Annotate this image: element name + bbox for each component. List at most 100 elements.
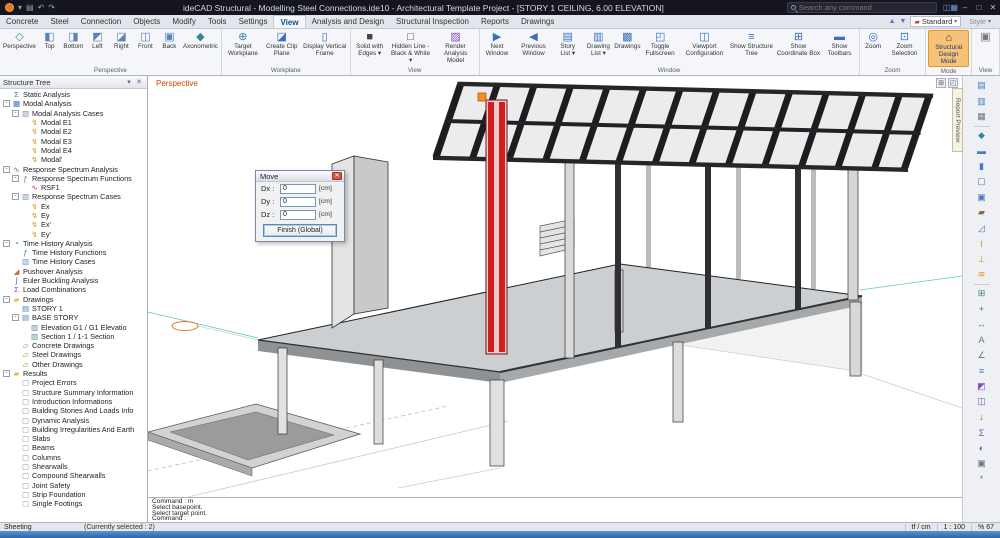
report-template-tool-icon[interactable]: ▤ [973, 78, 990, 94]
save-icon[interactable]: ▤ [26, 3, 34, 12]
tree-item-pushover-analysis[interactable]: ◢Pushover Analysis [0, 267, 147, 276]
sections-tool-icon[interactable]: ◫ [973, 394, 990, 410]
tree-item-beams[interactable]: ▢Beams [0, 443, 147, 452]
redo-icon[interactable]: ↷ [48, 3, 55, 12]
tab-objects[interactable]: Objects [127, 15, 166, 28]
viewport-maximize-icon[interactable]: ◰ [948, 78, 958, 88]
expand-toggle-icon[interactable]: - [12, 193, 19, 200]
ribbon-button-perspective[interactable]: ◇Perspective [2, 30, 37, 66]
grid-tool-icon[interactable]: ⊞ [973, 286, 990, 302]
loads-tool-icon[interactable]: ↓ [973, 410, 990, 426]
tree-item-dynamic-analysis[interactable]: ▢Dynamic Analysis [0, 415, 147, 424]
finish-global-button[interactable]: Finish (Global) [263, 224, 337, 237]
ribbon-button-previous-window[interactable]: ◀Previous Window [514, 30, 554, 66]
style-combo[interactable]: Style ▾ [965, 16, 995, 27]
tab-drawings[interactable]: Drawings [515, 15, 560, 28]
tree-item-slabs[interactable]: ▢Slabs [0, 434, 147, 443]
column-tool-icon[interactable]: ▮ [973, 159, 990, 175]
expand-toggle-icon[interactable]: - [12, 110, 19, 117]
expand-toggle-icon[interactable]: - [3, 240, 10, 247]
analysis-model-tool-icon[interactable]: ◆ [973, 128, 990, 144]
tab-concrete[interactable]: Concrete [0, 15, 44, 28]
camera-tool-icon[interactable]: ▣ [973, 456, 990, 472]
expand-toggle-icon[interactable]: - [3, 166, 10, 173]
tab-reports[interactable]: Reports [475, 15, 515, 28]
status-zoom[interactable]: % 67 [971, 524, 1000, 531]
search-input[interactable] [799, 3, 933, 12]
axis-tool-icon[interactable]: + [973, 301, 990, 317]
layers-tool-icon[interactable]: ≡ [973, 363, 990, 379]
command-search[interactable] [787, 2, 937, 13]
expand-toggle-icon[interactable]: - [12, 314, 19, 321]
dimension-tool-icon[interactable]: ↔ [973, 317, 990, 333]
status-scale[interactable]: 1 : 100 [937, 524, 971, 531]
tree-item-joint-safety[interactable]: ▢Joint Safety [0, 480, 147, 489]
ribbon-button-toggle-fullscreen[interactable]: ◰Toggle Fullscreen [640, 30, 681, 66]
tree-item-columns[interactable]: ▢Columns [0, 453, 147, 462]
tab-modify[interactable]: Modify [166, 15, 202, 28]
tab-connection[interactable]: Connection [75, 15, 127, 28]
ribbon-button-zoom[interactable]: ◎Zoom [862, 30, 885, 66]
tab-tools[interactable]: Tools [202, 15, 233, 28]
app-menu-icon[interactable]: ▾ [18, 3, 22, 12]
slab-tool-icon[interactable]: ▢ [973, 174, 990, 190]
tree-item-load-combinations[interactable]: ΣLoad Combinations [0, 285, 147, 294]
dx-field[interactable] [280, 184, 316, 194]
tree-item-ey[interactable]: ↯Ey' [0, 229, 147, 238]
panel-pin-button[interactable]: ▾ [124, 78, 134, 86]
tree-item-story-1[interactable]: ▤STORY 1 [0, 304, 147, 313]
tree-item-ey[interactable]: ↯Ey [0, 211, 147, 220]
ribbon-button-front[interactable]: ◫Front [134, 30, 157, 66]
viewport-3d[interactable]: Perspective ⊞ ◰ Move ✕ Dx : [cm] Dy : [c… [148, 76, 962, 497]
ribbon-button-target-workplane[interactable]: ⊕Target Workplane [224, 30, 262, 66]
tree-item-time-history-cases[interactable]: ▧Time History Cases [0, 257, 147, 266]
ribbon-button-right[interactable]: ◪Right [110, 30, 133, 66]
ribbon-button-show-coordinate-box[interactable]: ⊞Show Coordinate Box [775, 30, 821, 66]
tab-settings[interactable]: Settings [233, 15, 274, 28]
ribbon-button-show-structure-tree[interactable]: ≡Show Structure Tree [728, 30, 774, 66]
scroll-down-icon[interactable]: ▼ [900, 18, 907, 25]
text-tool-icon[interactable]: A [973, 332, 990, 348]
scroll-up-icon[interactable]: ▲ [889, 18, 896, 25]
print-report-tool-icon[interactable]: ▦ [973, 109, 990, 125]
maximize-button[interactable]: □ [972, 0, 986, 15]
tree-item-modal-e3[interactable]: ↯Modal E3 [0, 136, 147, 145]
tree-item-building-stories-and-loads-info[interactable]: ▢Building Stories And Loads Info [0, 406, 147, 415]
close-icon[interactable]: ✕ [332, 172, 342, 180]
ribbon-button-story-list[interactable]: ▤Story List ▾ [555, 30, 581, 66]
command-panel[interactable]: Command : mSelect basepoint.Select targe… [148, 497, 962, 522]
ribbon-button-camera[interactable]: ▣ [974, 30, 997, 66]
combinations-tool-icon[interactable]: Σ [973, 425, 990, 441]
tree-item-steel-drawings[interactable]: ▱Steel Drawings [0, 350, 147, 359]
wall-tool-icon[interactable]: ▣ [973, 190, 990, 206]
tree-item-introduction-informations[interactable]: ▢Introduction Informations [0, 397, 147, 406]
tab-view[interactable]: View [273, 15, 305, 28]
tree-item-compound-shearwalls[interactable]: ▢Compound Shearwalls [0, 471, 147, 480]
tree-item-ex[interactable]: ↯Ex [0, 202, 147, 211]
tree-item-response-spectrum-analysis[interactable]: -∿Response Spectrum Analysis [0, 164, 147, 173]
ribbon-button-drawing-list[interactable]: ▥Drawing List ▾ [582, 30, 615, 66]
tree-item-strip-foundation[interactable]: ▢Strip Foundation [0, 490, 147, 499]
report-preview-tab[interactable]: Report Preview [952, 88, 963, 152]
ribbon-button-axonometric[interactable]: ◆Axonometric [182, 30, 219, 66]
ribbon-button-display-vertical-frame[interactable]: ▯Display Vertical Frame [302, 30, 348, 66]
tab-analysis-and-design[interactable]: Analysis and Design [306, 15, 390, 28]
ribbon-button-structural-design-mode[interactable]: ⌂Structural Design Mode [928, 30, 969, 67]
tree-item-concrete-drawings[interactable]: ▱Concrete Drawings [0, 341, 147, 350]
ribbon-button-hidden-line-black-white[interactable]: □Hidden Line - Black & White ▾ [388, 30, 434, 66]
ribbon-button-top[interactable]: ◧Top [38, 30, 61, 66]
report-open-tool-icon[interactable]: ▥ [973, 94, 990, 110]
tree-item-project-errors[interactable]: ▢Project Errors [0, 378, 147, 387]
status-units[interactable]: tf / cm [905, 524, 937, 531]
tree-item-time-history-functions[interactable]: ƒTime History Functions [0, 248, 147, 257]
beam-tool-icon[interactable]: ▬ [973, 143, 990, 159]
minimize-button[interactable]: – [958, 0, 972, 15]
ribbon-button-drawings[interactable]: ▩Drawings [616, 30, 639, 66]
tree-item-euler-buckling-analysis[interactable]: ∫Euler Buckling Analysis [0, 276, 147, 285]
tree-item-response-spectrum-cases[interactable]: -▧Response Spectrum Cases [0, 192, 147, 201]
tree-item-elevation-g1-g1-elevatio[interactable]: ▥Elevation G1 / G1 Elevatio [0, 322, 147, 331]
angle-tool-icon[interactable]: ∠ [973, 348, 990, 364]
tree-item-base-story[interactable]: -▤BASE STORY [0, 313, 147, 322]
ribbon-button-next-window[interactable]: ▶Next Window [482, 30, 513, 66]
ribbon-button-viewport-configuration[interactable]: ◫Viewport Configuration [681, 30, 727, 66]
